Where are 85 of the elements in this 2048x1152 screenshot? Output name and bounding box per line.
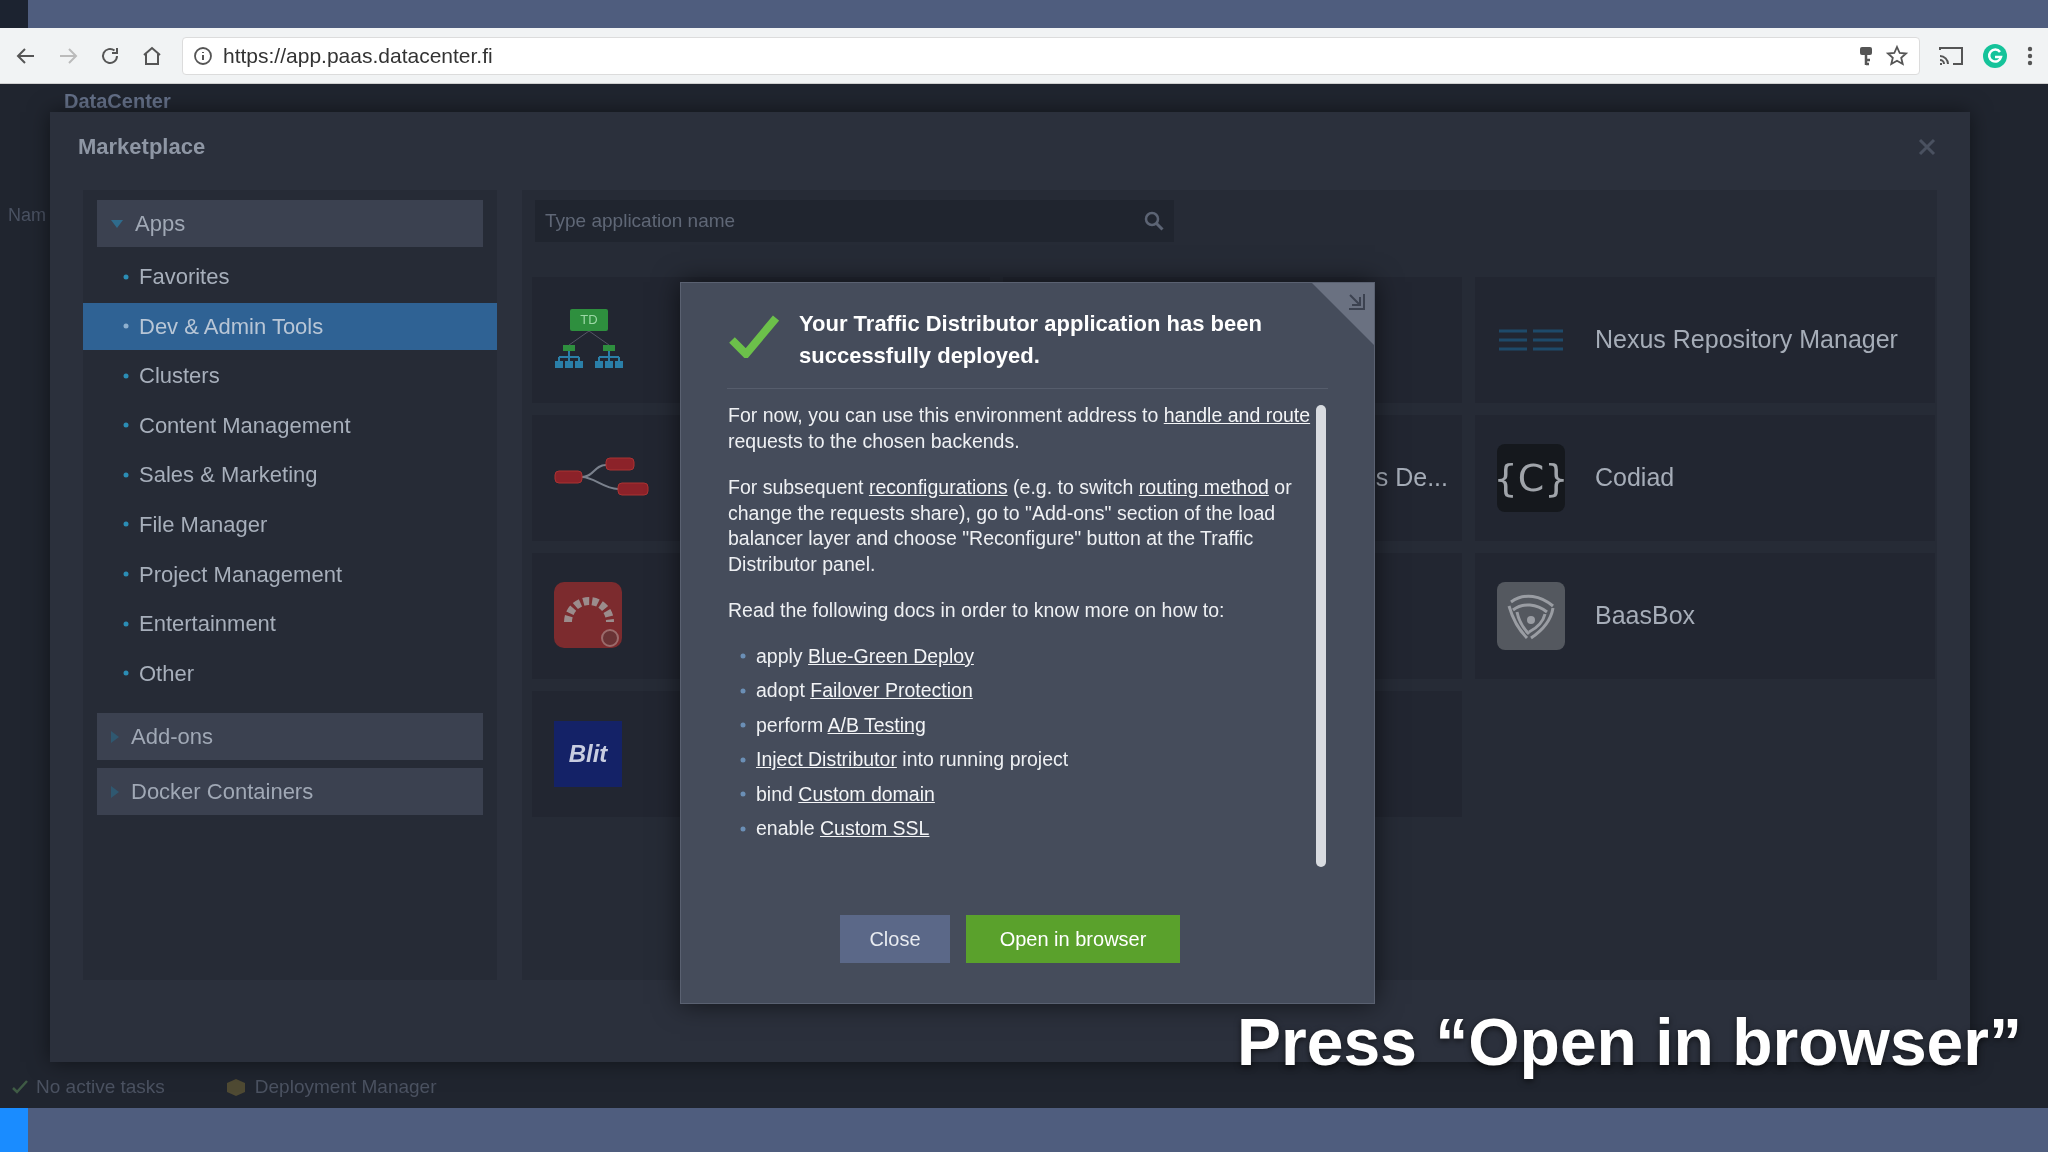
- bullet-icon: [123, 521, 129, 528]
- info-icon[interactable]: [193, 45, 213, 66]
- collapsed-arrow-icon: [111, 785, 119, 798]
- hierarchy-icon: [554, 331, 624, 371]
- bullet-icon: [123, 620, 129, 627]
- doc-list-item: perform A/B Testing: [756, 712, 926, 738]
- bullet-icon: [123, 273, 129, 280]
- doc-link[interactable]: Custom domain: [798, 782, 935, 805]
- bullet-icon: [123, 571, 129, 578]
- checkmark-icon: [729, 314, 779, 358]
- bullet-icon: [123, 372, 129, 379]
- doc-list-item: Inject Distributor into running project: [756, 747, 1069, 772]
- scrollbar[interactable]: [1316, 405, 1326, 867]
- window-title: Marketplace: [78, 133, 206, 161]
- category-item[interactable]: Favorites: [83, 253, 497, 300]
- check-icon: [12, 1080, 28, 1094]
- app-logo-text: DataCenter: [64, 89, 171, 114]
- menu-icon[interactable]: [2026, 44, 2034, 67]
- app-card[interactable]: {C} Codiad: [1475, 415, 1935, 541]
- app-badge: TD: [570, 309, 608, 331]
- category-label: Apps: [135, 210, 186, 238]
- collapsed-arrow-icon: [111, 730, 119, 743]
- doc-list-item: bind Custom domain: [756, 781, 935, 807]
- category-item[interactable]: Project Management: [83, 550, 497, 598]
- baasbox-icon: [1497, 582, 1565, 650]
- category-header[interactable]: Add-ons: [97, 713, 483, 761]
- app-name: Nexus Repository Manager: [1595, 324, 1898, 356]
- star-icon[interactable]: [1885, 43, 1909, 68]
- address-bar[interactable]: https://app.paas.datacenter.fi: [182, 36, 1920, 75]
- bullet-icon: [123, 323, 129, 330]
- dialog-title: Your Traffic Distributor application has been successfully deployed.: [799, 310, 1263, 370]
- doc-list-item: adopt Failover Protection: [756, 678, 973, 703]
- doc-link[interactable]: reconfigurations: [868, 476, 1008, 498]
- codiad-logo: {C}: [1497, 444, 1565, 512]
- search-icon[interactable]: [1144, 211, 1164, 231]
- app-card[interactable]: BaasBox: [1475, 553, 1935, 679]
- category-header[interactable]: Apps: [97, 200, 483, 247]
- expanded-arrow-icon: [111, 219, 123, 228]
- dialog-paragraph: Read the following docs in order to know more on how to:: [728, 598, 1226, 623]
- app-card[interactable]: Nexus Repository Manager: [1475, 277, 1935, 403]
- category-label: Add-ons: [131, 723, 213, 752]
- bullet-icon: [740, 687, 746, 694]
- url-text: https://app.paas.datacenter.fi: [223, 42, 493, 69]
- cast-icon[interactable]: [1938, 44, 1964, 67]
- progress-marker: [0, 1108, 28, 1152]
- category-item[interactable]: Other: [83, 649, 497, 697]
- bullet-icon: [740, 756, 746, 763]
- app-name: Codiad: [1595, 462, 1675, 494]
- doc-link[interactable]: Failover Protection: [810, 679, 973, 701]
- stripes-icon: [1497, 327, 1565, 353]
- bullet-icon: [740, 653, 746, 660]
- bullet-icon: [123, 422, 129, 429]
- doc-link[interactable]: Custom SSL: [820, 817, 930, 839]
- category-item[interactable]: Clusters: [83, 352, 497, 400]
- doc-link[interactable]: Inject Distributor: [756, 748, 897, 770]
- doc-link[interactable]: A/B Testing: [827, 713, 926, 736]
- key-icon[interactable]: [1857, 44, 1875, 67]
- category-item[interactable]: Dev & Admin Tools: [83, 302, 497, 350]
- redmine-icon: [554, 582, 624, 650]
- category-item[interactable]: Entertainment: [83, 600, 497, 648]
- dialog-paragraph: For now, you can use this environment address to handle and route requests to the chosen backends.: [728, 403, 1312, 454]
- category-item[interactable]: Content Management: [83, 401, 497, 449]
- app-name: s De...: [1375, 462, 1448, 494]
- bullet-icon: [123, 471, 129, 478]
- bullet-icon: [740, 791, 746, 798]
- category-item[interactable]: Sales & Marketing: [83, 451, 497, 499]
- category-header[interactable]: Docker Containers: [97, 768, 483, 816]
- doc-list-item: apply Blue-Green Deploy: [756, 643, 974, 669]
- category-item[interactable]: File Manager: [83, 500, 497, 548]
- search-field[interactable]: Type application name: [535, 200, 1174, 242]
- doc-link[interactable]: routing method: [1138, 476, 1269, 498]
- dialog-paragraph: For subsequent reconfigurations (e.g. to switch routing method or change the requests share), go to "Add-ons" section of the load balancer layer and choose "Reconfigure" button at the Traffic Distributor panel.: [728, 475, 1293, 577]
- bullet-icon: [123, 670, 129, 677]
- blit-logo: Blit: [554, 721, 622, 787]
- doc-link[interactable]: handle and route: [1163, 404, 1311, 426]
- category-label: Docker Containers: [131, 778, 314, 807]
- corner-block: [0, 0, 28, 28]
- package-icon: [224, 1077, 247, 1097]
- doc-list-item: enable Custom SSL: [756, 816, 930, 841]
- bullet-icon: [740, 825, 746, 832]
- close-button[interactable]: Close: [840, 915, 950, 963]
- doc-link[interactable]: Blue-Green Deploy: [808, 644, 974, 667]
- bullet-icon: [740, 722, 746, 729]
- caption-text: Press “Open in browser”: [1237, 1004, 2022, 1081]
- app-name: BaasBox: [1595, 600, 1696, 632]
